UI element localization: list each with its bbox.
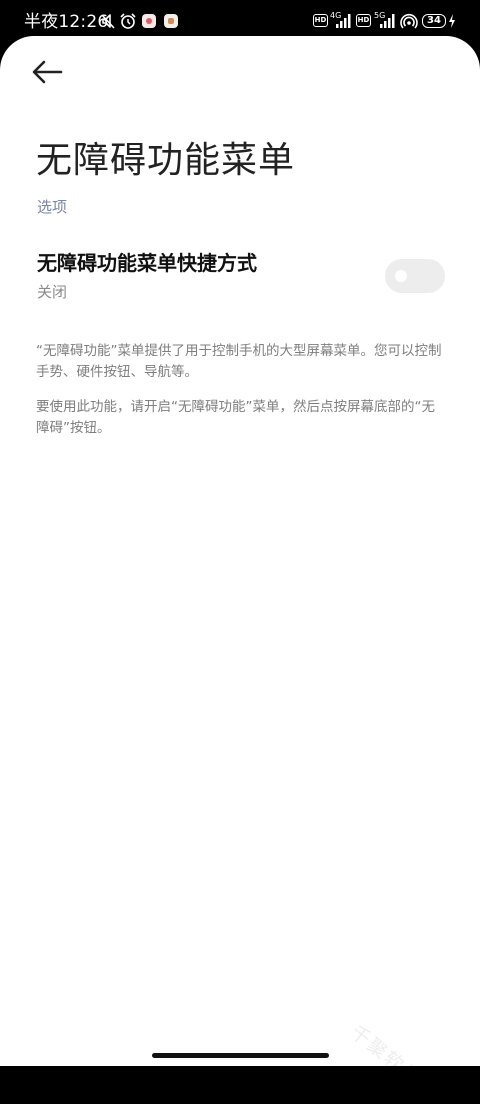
hd-icon: HD xyxy=(313,14,328,27)
toggle-knob xyxy=(395,270,407,282)
accessibility-menu-shortcut-row[interactable]: 无障碍功能菜单快捷方式 关闭 xyxy=(0,240,480,316)
hd-icon: HD xyxy=(356,14,371,27)
app-notification-icon xyxy=(142,14,156,28)
charging-icon xyxy=(449,14,455,28)
battery-icon: 34 xyxy=(422,14,446,28)
section-label: 选项 xyxy=(37,198,68,216)
status-time: 半夜12:26 xyxy=(24,12,109,32)
description-paragraph-2: 要使用此功能，请开启“无障碍功能”菜单，然后点按屏幕底部的“无障碍”按钮。 xyxy=(36,399,435,436)
description-paragraph-1: “无障碍功能”菜单提供了用于控制手机的大型屏幕菜单。您可以控制手势、硬件按钮、导… xyxy=(36,343,442,380)
back-arrow-icon[interactable] xyxy=(30,58,66,86)
watermark: 千聚软件站 xyxy=(345,1021,443,1104)
hotspot-icon xyxy=(400,13,418,29)
signal-icon xyxy=(380,14,395,28)
alarm-icon xyxy=(120,13,136,29)
app-notification-icon xyxy=(164,14,178,28)
settings-sheet: 无障碍功能菜单 选项 无障碍功能菜单快捷方式 关闭 “无障碍功能”菜单提供了用于… xyxy=(0,36,480,1103)
setting-title: 无障碍功能菜单快捷方式 xyxy=(37,251,257,275)
page-title: 无障碍功能菜单 xyxy=(36,140,296,182)
signal-icon xyxy=(336,14,351,28)
home-indicator[interactable] xyxy=(152,1053,329,1058)
shortcut-toggle[interactable] xyxy=(385,259,445,293)
setting-status: 关闭 xyxy=(37,283,68,301)
mute-icon xyxy=(101,14,115,29)
